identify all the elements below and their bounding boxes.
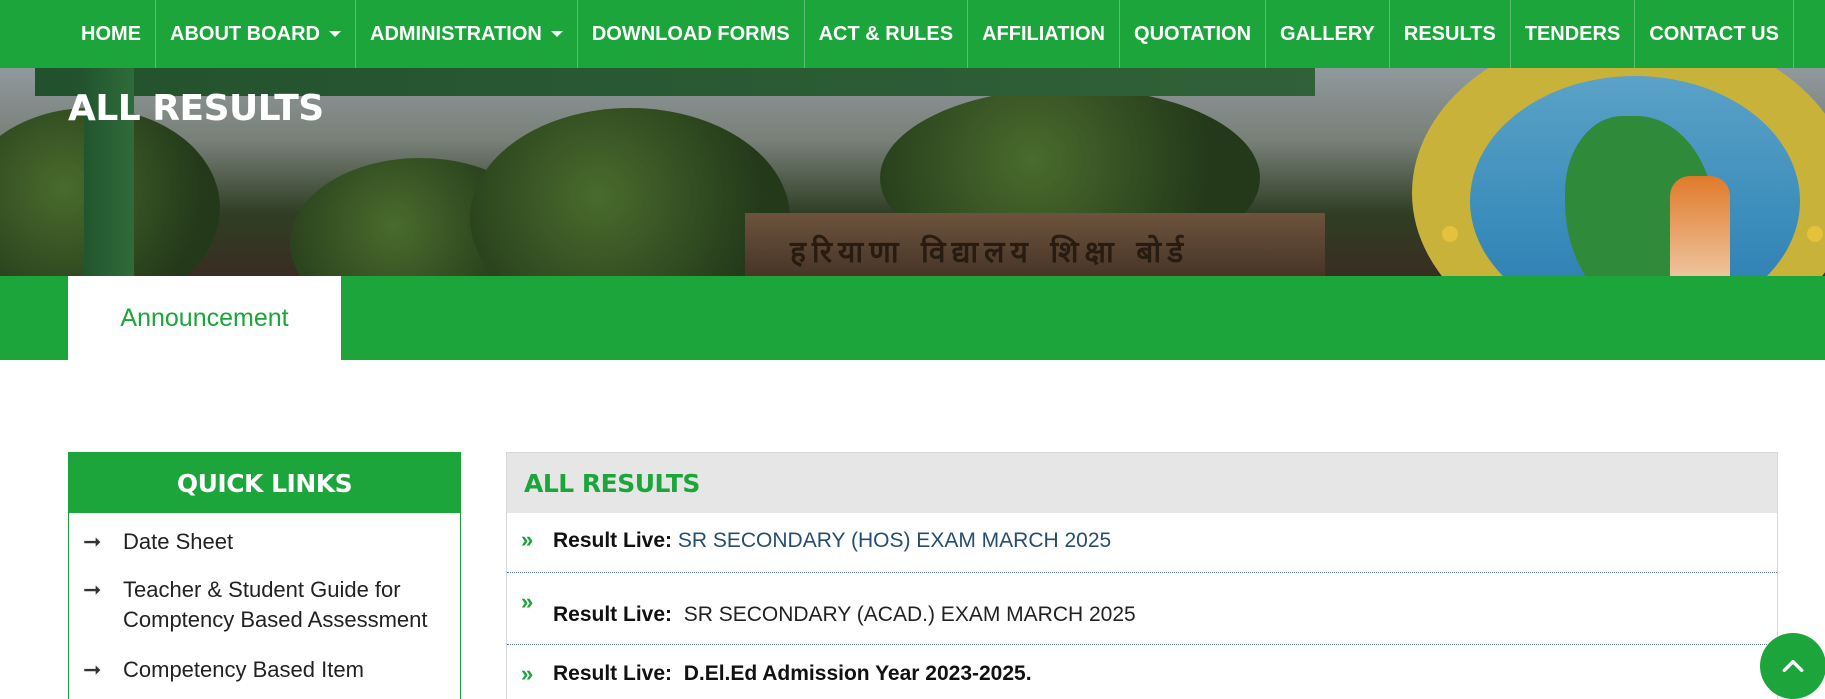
caret-down-icon: [550, 31, 563, 37]
arrow-right-icon: ➞: [83, 529, 102, 554]
nav-tenders[interactable]: TENDERS: [1511, 0, 1636, 68]
nav-results-label: RESULTS: [1403, 22, 1496, 45]
nav-quotation-label: QUOTATION: [1134, 22, 1252, 45]
chevron-up-icon: [1782, 659, 1804, 673]
results-panel: ALL RESULTS » Result Live: SR SECONDARY …: [506, 452, 1778, 699]
quick-link-label: Date Sheet: [123, 529, 234, 554]
nav-results[interactable]: RESULTS: [1390, 0, 1511, 68]
result-link[interactable]: SR SECONDARY (ACAD.) EXAM MARCH 2025: [684, 603, 1136, 626]
quick-link-label: Competency Based Item: [123, 657, 364, 682]
page-banner: हरियाणा विद्यालय शिक्षा बोर्ड ALL RESULT…: [0, 68, 1825, 276]
arrow-right-icon: ➞: [83, 657, 102, 682]
nav-tenders-label: TENDERS: [1524, 22, 1621, 45]
board-logo-dot: [1442, 226, 1458, 242]
double-chevron-right-icon: »: [521, 661, 534, 686]
nav-administration-label: ADMINISTRATION: [370, 22, 542, 45]
quick-links-panel: QUICK LINKS ➞ Date Sheet ➞ Teacher & Stu…: [68, 452, 461, 699]
result-row[interactable]: » Result Live: SR SECONDARY (ACAD.) EXAM…: [507, 573, 1777, 645]
board-logo-dot: [1807, 226, 1823, 242]
nav-act-rules-label: ACT & RULES: [818, 22, 954, 45]
nav-contact-us[interactable]: CONTACT US: [1635, 0, 1794, 68]
nav-about-board[interactable]: ABOUT BOARD: [156, 0, 356, 68]
arrow-right-icon: ➞: [83, 577, 102, 602]
result-row[interactable]: » Result Live: SR SECONDARY (HOS) EXAM M…: [507, 513, 1777, 573]
result-prefix: Result Live:: [553, 662, 673, 685]
nav-home[interactable]: HOME: [67, 0, 156, 68]
result-link[interactable]: D.El.Ed Admission Year 2023-2025.: [684, 662, 1032, 685]
board-logo: [1412, 68, 1825, 276]
quick-link-competency-item[interactable]: ➞ Competency Based Item: [69, 635, 460, 685]
nav-contact-us-label: CONTACT US: [1649, 22, 1779, 45]
nav-act-rules[interactable]: ACT & RULES: [805, 0, 969, 68]
result-prefix: Result Live:: [553, 603, 673, 626]
nav-download-forms[interactable]: DOWNLOAD FORMS: [578, 0, 805, 68]
nav-administration[interactable]: ADMINISTRATION: [356, 0, 578, 68]
result-row[interactable]: » Result Live: D.El.Ed Admission Year 20…: [507, 645, 1777, 699]
nav-quotation[interactable]: QUOTATION: [1120, 0, 1267, 68]
page-title: ALL RESULTS: [68, 88, 324, 129]
tab-announcement-label: Announcement: [120, 303, 289, 332]
result-link[interactable]: SR SECONDARY (HOS) EXAM MARCH 2025: [678, 529, 1111, 552]
nav-home-label: HOME: [81, 22, 141, 45]
quick-link-label: Teacher & Student Guide for Comptency Ba…: [123, 577, 428, 632]
result-prefix: Result Live:: [553, 529, 673, 552]
board-logo-inner: [1470, 76, 1800, 276]
nav-download-forms-label: DOWNLOAD FORMS: [591, 22, 790, 45]
results-panel-title: ALL RESULTS: [507, 453, 1777, 513]
nav-gallery[interactable]: GALLERY: [1266, 0, 1390, 68]
board-logo-torch: [1670, 176, 1730, 276]
double-chevron-right-icon: »: [521, 527, 534, 552]
nav-affiliation-label: AFFILIATION: [982, 22, 1106, 45]
scroll-to-top-button[interactable]: [1760, 633, 1825, 699]
tab-announcement[interactable]: Announcement: [68, 276, 341, 360]
caret-down-icon: [329, 31, 341, 37]
nav-about-board-label: ABOUT BOARD: [170, 22, 320, 45]
nav-gallery-label: GALLERY: [1280, 22, 1375, 45]
nav-affiliation[interactable]: AFFILIATION: [968, 0, 1121, 68]
quick-link-date-sheet[interactable]: ➞ Date Sheet: [69, 513, 460, 557]
main-nav: HOME ABOUT BOARD ADMINISTRATION DOWNLOAD…: [0, 0, 1825, 68]
quick-link-competency-guide[interactable]: ➞ Teacher & Student Guide for Comptency …: [69, 557, 460, 635]
double-chevron-right-icon: »: [521, 589, 534, 614]
quick-links-title: QUICK LINKS: [69, 453, 460, 513]
